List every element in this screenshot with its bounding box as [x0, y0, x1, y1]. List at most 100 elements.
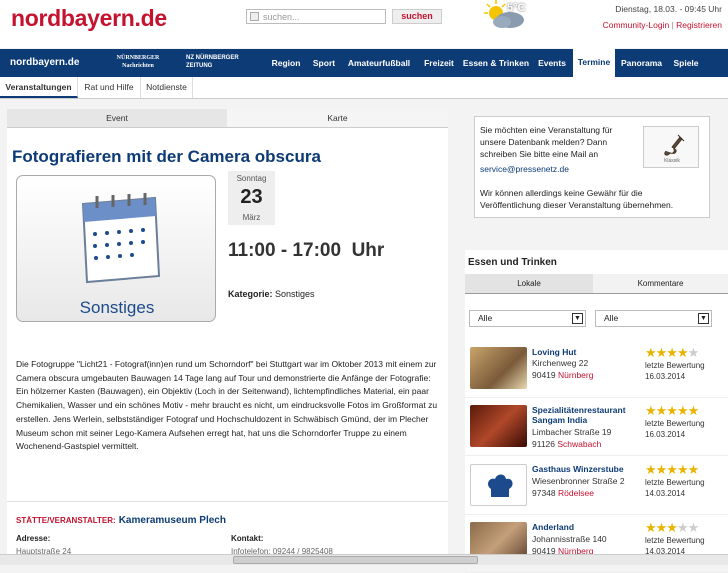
nav-brand-nordbayern[interactable]: nordbayern.de — [10, 49, 79, 77]
filter-1-value: Alle — [478, 313, 493, 323]
last-rating-date: 14.03.2014 — [645, 489, 686, 498]
nav-brand-nz[interactable]: NZ NÜRNBERGER ZEITUNG — [186, 54, 258, 72]
tab-event[interactable]: Event — [7, 109, 227, 128]
event-description: Die Fotogruppe "Licht21 - Fotograf(inn)e… — [16, 359, 438, 452]
info-text: Sie möchten eine Veranstaltung für unser… — [480, 125, 613, 159]
last-rating-label: letzte Bewertung — [645, 419, 705, 428]
nav-item-events[interactable]: Events — [535, 49, 569, 77]
login-bar: Community-Login | Registrieren — [602, 20, 722, 30]
contact-label: Kontakt: — [231, 534, 264, 543]
restaurant-name[interactable]: Anderland — [532, 522, 642, 532]
datetime: Dienstag, 18.03. - 09:45 Uhr — [615, 4, 722, 14]
restaurant-item[interactable]: Spezialitätenrestaurant Sangam India Lim… — [465, 400, 728, 456]
nav-item-termine[interactable]: Termine — [573, 48, 615, 78]
submit-event-box: Sie möchten eine Veranstaltung für unser… — [474, 116, 710, 218]
last-rating: letzte Bewertung 16.03.2014 — [645, 360, 705, 382]
event-time: 11:00 - 17:00 Uhr — [228, 240, 385, 261]
restaurant-image — [470, 347, 527, 389]
restaurant-street: Wiesenbronner Straße 2 — [532, 476, 625, 486]
venue-line: STÄTTE/VERANSTALTER: Kameramuseum Plech — [16, 515, 226, 526]
nav-brand-nn[interactable]: NÜRNBERGER Nachrichten — [107, 54, 169, 72]
header: nordbayern.de suchen... suchen 5°C Diens… — [0, 0, 728, 48]
restaurant-city: 97348 Rödelsee — [532, 488, 594, 498]
restaurant-item[interactable]: Loving Hut Kirchenweg 22 90419 Nürnberg … — [465, 342, 728, 398]
chef-hat-icon — [488, 474, 513, 497]
calendar-icon — [81, 193, 161, 284]
restaurant-name[interactable]: Spezialitätenrestaurant Sangam India — [532, 405, 642, 425]
info-note: Wir können allerdings keine Gewähr für d… — [480, 188, 674, 210]
event-panel: Event Karte Fotografieren mit der Camera… — [7, 109, 448, 565]
nav-item-essen-trinken[interactable]: Essen & Trinken — [462, 49, 530, 77]
subnav-rat-und-hilfe[interactable]: Rat und Hilfe — [78, 77, 141, 98]
nav-item-amateurfussball[interactable]: Amateurfußball — [344, 49, 414, 77]
community-login-link[interactable]: Community-Login — [603, 20, 670, 30]
thumbnail-label: Sonstiges — [79, 298, 155, 317]
restaurant-image — [470, 405, 527, 447]
tab-kommentare[interactable]: Kommentare — [593, 274, 728, 294]
search-placeholder: suchen... — [263, 12, 300, 22]
venue-label: STÄTTE/VERANSTALTER: — [16, 516, 116, 525]
search-input[interactable]: suchen... — [246, 9, 386, 24]
event-category: Kategorie: Sonstiges — [228, 289, 315, 299]
star-rating: ★★★★★ — [645, 520, 699, 535]
last-rating: letzte Bewertung 14.03.2014 — [645, 477, 705, 499]
event-title: Fotografieren mit der Camera obscura — [12, 147, 321, 166]
horizontal-scrollbar[interactable] — [0, 554, 728, 565]
restaurant-city: 91126 Schwabach — [532, 439, 601, 449]
last-rating: letzte Bewertung 16.03.2014 — [645, 418, 705, 440]
filter-select-1[interactable]: Alle ▼ — [469, 310, 586, 327]
restaurant-city-name: Rödelsee — [558, 488, 594, 498]
star-rating: ★★★★★ — [645, 403, 699, 418]
site-logo[interactable]: nordbayern.de — [11, 5, 167, 32]
date-box: Sonntag 23 März — [228, 171, 275, 225]
nav-item-spiele[interactable]: Spiele — [669, 49, 703, 77]
restaurant-image — [470, 464, 527, 506]
star-rating: ★★★★★ — [645, 345, 699, 360]
restaurant-street: Limbacher Straße 19 — [532, 427, 612, 437]
filter-select-2[interactable]: Alle ▼ — [595, 310, 712, 327]
register-link[interactable]: Registrieren — [676, 20, 722, 30]
tab-lokale[interactable]: Lokale — [465, 274, 593, 294]
category-value: Sonstiges — [275, 289, 315, 299]
restaurant-item[interactable]: Gasthaus Winzerstube Wiesenbronner Straß… — [465, 459, 728, 515]
event-thumbnail: Sonstiges — [16, 175, 216, 322]
info-email-link[interactable]: service@pressenetz.de — [480, 164, 569, 174]
sub-nav: Veranstaltungen Rat und Hilfe Notdienste — [0, 77, 728, 99]
star-rating: ★★★★★ — [645, 462, 699, 477]
restaurant-zip: 91126 — [532, 439, 556, 449]
search-icon — [250, 12, 259, 21]
restaurant-city-name: Nürnberg — [558, 370, 594, 380]
restaurant-name[interactable]: Loving Hut — [532, 347, 642, 357]
date-day: 23 — [240, 186, 263, 208]
subnav-veranstaltungen[interactable]: Veranstaltungen — [0, 77, 78, 98]
nav-item-freizeit[interactable]: Freizeit — [419, 49, 459, 77]
restaurant-name[interactable]: Gasthaus Winzerstube — [532, 464, 642, 474]
divider — [7, 501, 448, 502]
violin-icon — [664, 134, 685, 156]
temperature: 5°C — [507, 2, 526, 14]
tab-karte[interactable]: Karte — [227, 109, 448, 128]
main-nav: nordbayern.de NÜRNBERGER Nachrichten NZ … — [0, 48, 728, 78]
restaurant-zip: 97348 — [532, 488, 556, 498]
nav-item-region[interactable]: Region — [268, 49, 304, 77]
chevron-down-icon: ▼ — [698, 313, 709, 324]
scrollbar-thumb[interactable] — [233, 556, 478, 564]
last-rating-label: letzte Bewertung — [645, 536, 705, 545]
classic-image: Klassik — [643, 126, 699, 168]
essen-title: Essen und Trinken — [468, 257, 557, 268]
address-label: Adresse: — [16, 534, 51, 543]
nav-item-panorama[interactable]: Panorama — [619, 49, 664, 77]
search-button[interactable]: suchen — [392, 9, 442, 24]
filter-2-value: Alle — [604, 313, 619, 323]
classic-label: Klassik — [664, 158, 680, 164]
venue-name[interactable]: Kameramuseum Plech — [119, 515, 226, 526]
nav-item-sport[interactable]: Sport — [308, 49, 340, 77]
restaurant-city-name: Schwabach — [557, 439, 602, 449]
last-rating-label: letzte Bewertung — [645, 478, 705, 487]
last-rating-date: 16.03.2014 — [645, 430, 686, 439]
restaurant-zip: 90419 — [532, 370, 556, 380]
last-rating-label: letzte Bewertung — [645, 361, 705, 370]
restaurant-street: Kirchenweg 22 — [532, 358, 589, 368]
restaurant-street: Johannisstraße 140 — [532, 534, 607, 544]
subnav-notdienste[interactable]: Notdienste — [141, 77, 193, 98]
